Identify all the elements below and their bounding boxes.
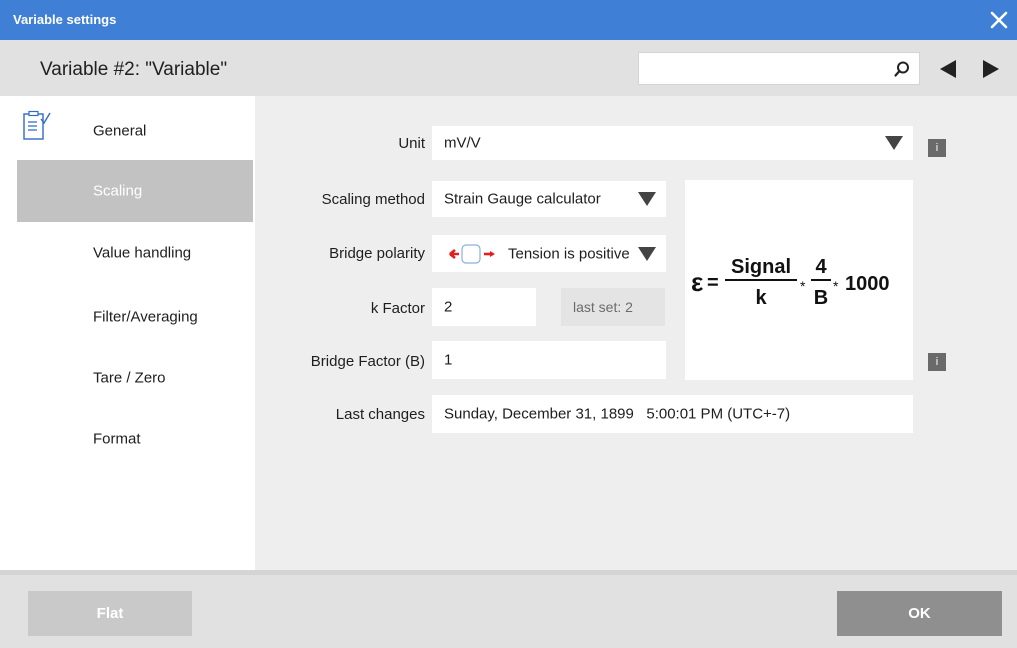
chevron-down-icon — [638, 192, 656, 206]
unit-value: mV/V — [444, 134, 481, 152]
k-factor-label: k Factor — [370, 300, 425, 317]
bridge-factor-info-icon[interactable]: i — [928, 353, 946, 371]
formula-numerator-signal: Signal — [731, 256, 791, 278]
k-factor-last-set-text: last set: 2 — [573, 299, 633, 315]
sidebar-item-label: General — [93, 122, 147, 140]
flat-button[interactable]: Flat — [28, 591, 192, 636]
sidebar-item-filter-averaging[interactable]: Filter/Averaging — [17, 286, 253, 348]
polarity-arrows-icon — [449, 244, 495, 264]
bridge-polarity-value: Tension is positive — [508, 245, 630, 262]
last-changes-value: Sunday, December 31, 1899 5:00:01 PM (UT… — [444, 405, 791, 423]
scaling-method-dropdown[interactable]: Strain Gauge calculator — [432, 181, 666, 217]
unit-dropdown[interactable]: mV/V — [432, 126, 913, 160]
formula-times-2: * — [833, 278, 839, 294]
formula-epsilon: ε — [691, 267, 703, 297]
scaling-method-label: Scaling method — [321, 191, 425, 208]
formula-denominator-b: B — [814, 287, 828, 309]
sidebar-item-tare-zero[interactable]: Tare / Zero — [17, 347, 253, 409]
search-icon[interactable] — [893, 60, 911, 78]
last-changes-field: Sunday, December 31, 1899 5:00:01 PM (UT… — [432, 395, 913, 433]
sidebar-item-label: Value handling — [93, 244, 192, 262]
sidebar-item-format[interactable]: Format — [17, 408, 253, 470]
sidebar-item-label: Tare / Zero — [93, 369, 166, 387]
window-title: Variable settings — [13, 12, 117, 27]
arrow-left-icon[interactable] — [937, 58, 959, 80]
ok-button[interactable]: OK — [837, 591, 1002, 636]
bridge-polarity-label: Bridge polarity — [329, 245, 425, 262]
sidebar: General Scaling Value handling Filter/Av… — [17, 96, 253, 570]
variable-header: Variable #2: "Variable" — [0, 40, 1017, 96]
bridge-factor-input[interactable]: 1 — [432, 341, 666, 379]
variable-title: Variable #2: "Variable" — [40, 59, 228, 80]
arrow-right-icon[interactable] — [980, 58, 1002, 80]
sidebar-item-label: Filter/Averaging — [93, 308, 198, 326]
formula-box: ε = Signal k * 4 B * 1000 — [685, 180, 913, 380]
formula-denominator-k: k — [755, 287, 767, 309]
sidebar-item-label: Format — [93, 430, 141, 448]
unit-info-icon[interactable]: i — [928, 139, 946, 157]
footer-bar: Flat OK — [0, 570, 1017, 648]
k-factor-input[interactable]: 2 — [432, 288, 536, 326]
sidebar-item-general[interactable]: General — [17, 100, 253, 162]
formula-times-1: * — [800, 278, 806, 294]
bridge-factor-value: 1 — [444, 351, 453, 369]
sidebar-item-value-handling[interactable]: Value handling — [17, 222, 253, 284]
sidebar-item-scaling[interactable]: Scaling — [17, 160, 253, 222]
search-input[interactable] — [638, 52, 920, 85]
formula-constant: 1000 — [845, 273, 890, 295]
title-bar: Variable settings — [0, 0, 1017, 40]
bridge-polarity-dropdown[interactable]: Tension is positive — [432, 235, 666, 272]
formula-equals: = — [707, 272, 719, 294]
bridge-factor-label: Bridge Factor (B) — [310, 353, 425, 370]
sidebar-item-label: Scaling — [93, 182, 143, 200]
formula-numerator-4: 4 — [815, 256, 827, 278]
chevron-down-icon — [885, 136, 903, 150]
k-factor-last-set: last set: 2 — [561, 288, 665, 326]
close-icon[interactable] — [985, 6, 1013, 34]
chevron-down-icon — [638, 246, 656, 261]
last-changes-label: Last changes — [335, 406, 425, 423]
k-factor-value: 2 — [444, 298, 453, 316]
unit-label: Unit — [398, 135, 425, 152]
scaling-method-value: Strain Gauge calculator — [444, 190, 601, 208]
strain-formula: ε = Signal k * 4 B * 1000 — [691, 256, 890, 309]
